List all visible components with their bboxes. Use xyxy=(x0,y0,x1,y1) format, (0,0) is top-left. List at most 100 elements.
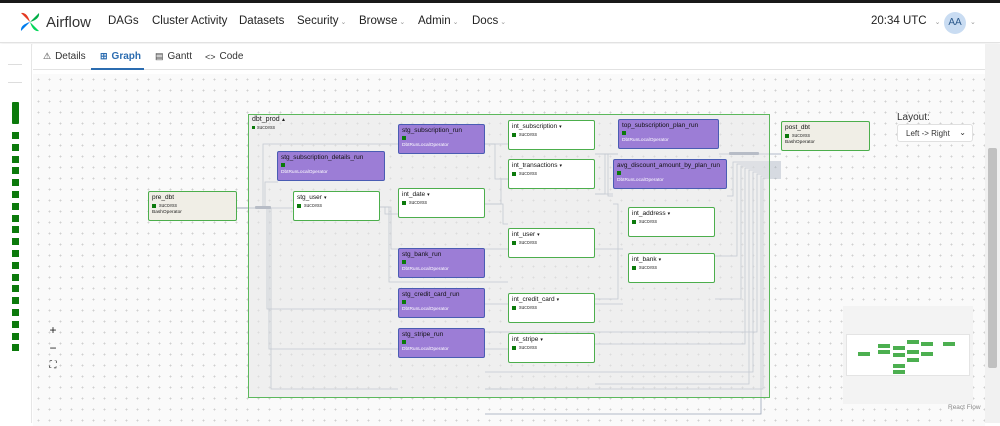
task-instance-square[interactable] xyxy=(12,167,19,175)
scrollbar-thumb[interactable] xyxy=(988,148,997,368)
task-instance-square[interactable] xyxy=(12,309,19,316)
task-node-post-dbt[interactable]: post_dbt success BashOperator xyxy=(781,121,870,151)
task-status: success xyxy=(512,132,537,138)
tab-graph[interactable]: ⊞ Graph xyxy=(100,51,141,62)
warning-icon: ⚠ xyxy=(43,51,52,61)
minimap-node xyxy=(878,344,890,348)
task-instance-square[interactable] xyxy=(12,202,19,210)
task-status-text: success xyxy=(792,133,811,139)
tab-details-label: Details xyxy=(55,51,86,62)
task-title-text: int_credit_card xyxy=(512,296,555,303)
task-operator: BashOperator xyxy=(785,140,815,145)
chevron-down-icon: ⌄ xyxy=(959,128,966,137)
task-instance-square[interactable] xyxy=(12,250,19,257)
fit-view-button[interactable]: ⛶ xyxy=(44,358,62,374)
task-instance-square[interactable] xyxy=(12,297,19,305)
chevron-down-icon: ⌄ xyxy=(452,19,459,26)
task-instance-square[interactable] xyxy=(12,344,19,352)
nav-admin[interactable]: Admin ⌄ xyxy=(418,15,458,27)
task-instance-square[interactable] xyxy=(12,214,19,222)
dag-run-bar[interactable] xyxy=(12,102,19,124)
tab-graph-label: Graph xyxy=(111,51,141,62)
layout-label: Layout: xyxy=(897,112,930,123)
zoom-in-button[interactable]: + xyxy=(44,322,62,338)
task-node-avg-discount-amount-by-plan-run[interactable]: avg_discount_amount_by_plan_run DbtRunLo… xyxy=(613,159,727,189)
task-node-int-transactions[interactable]: int_transactions ▾ success xyxy=(508,159,595,189)
nav-docs-label: Docs xyxy=(472,15,499,27)
task-instance-square[interactable] xyxy=(12,332,19,340)
task-status: success xyxy=(512,240,537,246)
task-instance-square[interactable] xyxy=(12,238,19,246)
task-status-text: success xyxy=(639,265,658,271)
task-title: int_credit_card ▾ xyxy=(512,296,560,303)
clock-timezone-button[interactable]: 20:34 UTC ⌄ xyxy=(871,15,940,27)
task-operator: DbtRunLocalOperator xyxy=(617,178,664,183)
task-instance-square[interactable] xyxy=(12,320,19,328)
task-status: success xyxy=(297,203,322,209)
tab-code[interactable]: <> Code xyxy=(205,51,243,62)
task-instance-square[interactable] xyxy=(12,132,19,139)
task-status xyxy=(281,163,288,167)
task-node-int-bank[interactable]: int_bank ▾ success xyxy=(628,253,715,283)
task-instance-square[interactable] xyxy=(12,261,19,269)
task-instance-square[interactable] xyxy=(12,285,19,293)
task-instance-square[interactable] xyxy=(12,191,19,198)
task-instance-square[interactable] xyxy=(12,143,19,151)
tab-gantt[interactable]: ▤ Gantt xyxy=(155,51,192,62)
graph-canvas[interactable]: dbt_prod ▲ success pre_dbt success BashO… xyxy=(33,74,985,426)
layout-select[interactable]: Left -> Right ⌄ xyxy=(897,124,973,142)
chevron-down-icon: ⌄ xyxy=(399,19,406,26)
nav-datasets[interactable]: Datasets xyxy=(239,15,284,27)
nav-cluster-activity-label: Cluster Activity xyxy=(152,15,228,27)
nav-browse[interactable]: Browse ⌄ xyxy=(359,15,405,27)
task-instance-square[interactable] xyxy=(12,273,19,281)
task-node-stg-user[interactable]: stg_user ▾ success xyxy=(293,191,380,221)
task-group-title[interactable]: dbt_prod ▲ xyxy=(252,116,286,123)
task-node-int-stripe[interactable]: int_stripe ▾ success xyxy=(508,333,595,363)
tab-details[interactable]: ⚠ Details xyxy=(43,51,86,62)
task-node-int-credit-card[interactable]: int_credit_card ▾ success xyxy=(508,293,595,323)
nav-browse-label: Browse xyxy=(359,15,398,27)
active-tab-indicator xyxy=(91,68,144,70)
zoom-out-button[interactable]: − xyxy=(44,340,62,356)
minimap[interactable] xyxy=(843,306,973,404)
task-title: top_subscription_plan_run xyxy=(622,122,699,129)
task-node-int-date[interactable]: int_date ▾ success xyxy=(398,188,485,218)
task-instance-square[interactable] xyxy=(12,226,19,234)
task-title: int_transactions ▾ xyxy=(512,162,563,169)
user-avatar[interactable]: AA xyxy=(944,12,966,34)
task-title: int_bank ▾ xyxy=(632,256,662,263)
task-instance-square[interactable] xyxy=(12,155,19,163)
brand-logo-link[interactable]: Airflow xyxy=(18,10,91,34)
task-operator: DbtRunLocalOperator xyxy=(402,143,449,148)
nav-cluster-activity[interactable]: Cluster Activity xyxy=(152,15,227,27)
task-status: success xyxy=(512,305,537,311)
task-node-stg-bank-run[interactable]: stg_bank_run DbtRunLocalOperator xyxy=(398,248,485,278)
task-status-text: success xyxy=(519,240,538,246)
minimap-node xyxy=(921,342,933,346)
task-status-text: success xyxy=(519,171,538,177)
task-instance-square[interactable] xyxy=(12,179,19,187)
chevron-down-icon[interactable]: ⌄ xyxy=(970,18,976,26)
react-flow-attribution[interactable]: React Flow xyxy=(948,404,981,411)
nav-dags[interactable]: DAGs xyxy=(108,15,139,27)
task-node-stg-subscription-details-run[interactable]: stg_subscription_details_run DbtRunLocal… xyxy=(277,151,385,181)
task-title-text: int_address xyxy=(632,210,666,217)
task-node-stg-subscription-run[interactable]: stg_subscription_run DbtRunLocalOperator xyxy=(398,124,485,154)
gantt-icon: ▤ xyxy=(155,51,164,61)
nav-docs[interactable]: Docs ⌄ xyxy=(472,15,506,27)
nav-security[interactable]: Security ⌄ xyxy=(297,15,346,27)
nav-dags-label: DAGs xyxy=(108,15,139,27)
task-node-int-user[interactable]: int_user ▾ success xyxy=(508,228,595,258)
task-status: success xyxy=(632,219,657,225)
task-node-top-subscription-plan-run[interactable]: top_subscription_plan_run DbtRunLocalOpe… xyxy=(618,119,719,149)
task-node-pre-dbt[interactable]: pre_dbt success BashOperator xyxy=(148,191,237,221)
task-node-int-address[interactable]: int_address ▾ success xyxy=(628,207,715,237)
task-node-int-subscription[interactable]: int_subscription ▾ success xyxy=(508,120,595,150)
minimap-node xyxy=(907,358,919,362)
task-status: success xyxy=(632,265,657,271)
task-node-stg-credit-card-run[interactable]: stg_credit_card_run DbtRunLocalOperator xyxy=(398,288,485,318)
task-node-stg-stripe-run[interactable]: stg_stripe_run DbtRunLocalOperator xyxy=(398,328,485,358)
task-group-title-text: dbt_prod xyxy=(252,116,280,123)
task-operator: DbtRunLocalOperator xyxy=(402,267,449,272)
